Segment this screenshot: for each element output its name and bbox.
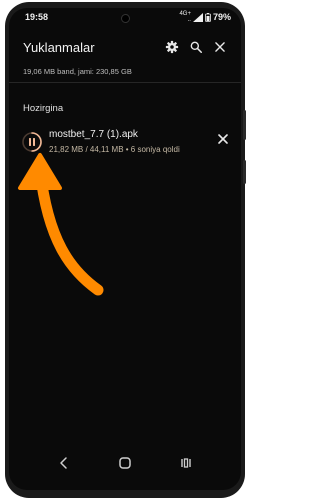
section-title: Hozirgina [23, 103, 64, 114]
network-indicator: 4G+ .. [179, 11, 191, 23]
home-icon[interactable] [118, 456, 132, 470]
network-activity: .. [187, 17, 191, 23]
storage-info: 19,06 MB band, jami: 230,85 GB [23, 67, 132, 76]
back-icon[interactable] [57, 456, 71, 470]
volume-button [243, 110, 246, 140]
cancel-download-icon[interactable] [217, 133, 229, 145]
page-title: Yuklanmalar [23, 40, 95, 55]
navigation-bar [9, 448, 241, 480]
status-icons: 4G+ .. 79% [179, 11, 231, 23]
status-bar: 19:58 4G+ .. 79% [9, 8, 241, 26]
search-icon[interactable] [189, 40, 203, 54]
download-item[interactable]: mostbet_7.7 (1).apk 21,82 MB / 44,11 MB … [9, 120, 241, 160]
recents-icon[interactable] [179, 456, 193, 470]
battery-icon [205, 12, 211, 22]
front-camera [121, 14, 130, 23]
screen: 19:58 4G+ .. 79% Yuklanmalar 19,06 MB ba… [9, 8, 241, 490]
pause-icon[interactable] [21, 131, 43, 153]
power-button [243, 160, 246, 184]
download-progress-text: 21,82 MB / 44,11 MB • 6 soniya qoldi [49, 145, 180, 154]
close-icon[interactable] [213, 40, 227, 54]
signal-icon [192, 12, 203, 22]
divider [9, 82, 241, 83]
download-filename: mostbet_7.7 (1).apk [49, 129, 138, 140]
battery-percent: 79% [212, 12, 231, 22]
status-time: 19:58 [25, 12, 49, 22]
gear-icon[interactable] [165, 40, 179, 54]
app-bar: Yuklanmalar [9, 34, 241, 58]
